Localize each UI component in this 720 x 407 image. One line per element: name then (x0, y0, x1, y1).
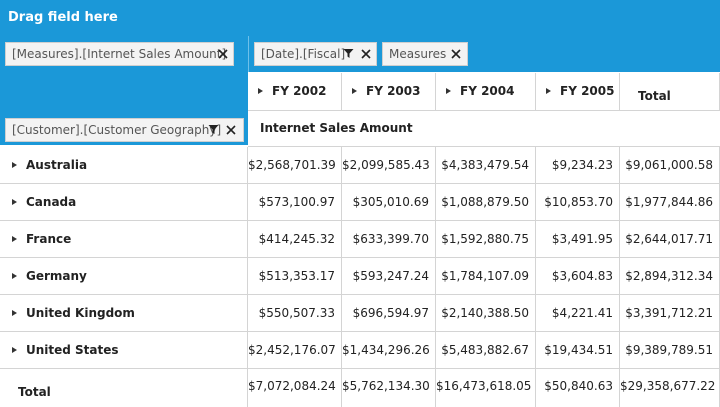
rows-pill-label: [Customer].[Customer Geography] (12, 123, 222, 137)
filter-icon[interactable] (204, 119, 222, 141)
total-cell: $29,358,677.22 (620, 369, 720, 407)
drag-field-label: Drag field here (8, 10, 118, 25)
value-cell: $1,977,844.86 (620, 184, 720, 221)
close-icon[interactable] (357, 43, 375, 65)
total-cell: $7,072,084.24 (248, 369, 342, 407)
expand-triangle-icon[interactable] (258, 88, 263, 94)
measure-label: Internet Sales Amount (260, 121, 413, 135)
expand-triangle-icon[interactable] (12, 162, 17, 168)
value-cell: $10,853.70 (536, 184, 620, 221)
value-cell: $4,383,479.54 (436, 147, 536, 184)
close-icon[interactable] (447, 43, 465, 65)
value-cell: $4,221.41 (536, 295, 620, 332)
value-cell: $2,894,312.34 (620, 258, 720, 295)
value-cell: $593,247.24 (342, 258, 436, 295)
row-header-label: Canada (26, 195, 77, 209)
row-header-france[interactable]: France (0, 221, 248, 258)
value-cell: $573,100.97 (248, 184, 342, 221)
measure-header: Internet Sales Amount (248, 111, 720, 147)
value-cell: $1,088,879.50 (436, 184, 536, 221)
value-cell: $2,099,585.43 (342, 147, 436, 184)
value-cell: $5,483,882.67 (436, 332, 536, 369)
value-cell: $550,507.33 (248, 295, 342, 332)
value-cell: $414,245.32 (248, 221, 342, 258)
column-header-label: FY 2004 (460, 84, 515, 98)
row-header-total: Total (0, 369, 248, 407)
row-header-label: Germany (26, 269, 87, 283)
column-header-label: FY 2002 (272, 84, 327, 98)
columns-drop-area[interactable]: [Date].[Fiscal] Measures (248, 36, 720, 72)
row-header-germany[interactable]: Germany (0, 258, 248, 295)
row-header-label: Australia (26, 158, 88, 172)
columns-pill-date-fiscal[interactable]: [Date].[Fiscal] (254, 42, 377, 66)
value-cell: $696,594.97 (342, 295, 436, 332)
value-cell: $1,784,107.09 (436, 258, 536, 295)
column-header-fy2002[interactable]: FY 2002 (248, 73, 342, 111)
value-cell: $513,353.17 (248, 258, 342, 295)
value-cell: $3,491.95 (536, 221, 620, 258)
value-cell: $3,604.83 (536, 258, 620, 295)
expand-triangle-icon[interactable] (12, 273, 17, 279)
row-header-label: France (26, 232, 72, 246)
total-cell: $5,762,134.30 (342, 369, 436, 407)
value-cell: $2,568,701.39 (248, 147, 342, 184)
expand-triangle-icon[interactable] (546, 88, 551, 94)
values-pill-internet-sales[interactable]: [Measures].[Internet Sales Amount] (5, 42, 234, 66)
row-header-australia[interactable]: Australia (0, 147, 248, 184)
row-header-canada[interactable]: Canada (0, 184, 248, 221)
expand-triangle-icon[interactable] (12, 310, 17, 316)
close-icon[interactable] (222, 119, 240, 141)
value-cell: $2,452,176.07 (248, 332, 342, 369)
column-header-label: FY 2005 (560, 84, 615, 98)
expand-triangle-icon[interactable] (12, 347, 17, 353)
value-cell: $2,140,388.50 (436, 295, 536, 332)
rows-drop-area[interactable]: [Customer].[Customer Geography] (0, 72, 248, 145)
row-header-label: United Kingdom (26, 306, 135, 320)
row-header-label: United States (26, 343, 119, 357)
filter-icon[interactable] (339, 43, 357, 65)
expand-triangle-icon[interactable] (12, 199, 17, 205)
value-cell: $2,644,017.71 (620, 221, 720, 258)
value-cell: $9,389,789.51 (620, 332, 720, 369)
values-pill-label: [Measures].[Internet Sales Amount] (12, 47, 227, 61)
rows-pill-customer-geography[interactable]: [Customer].[Customer Geography] (5, 118, 244, 142)
columns-pill-label: Measures (389, 47, 447, 61)
total-cell: $16,473,618.05 (436, 369, 536, 407)
value-cell: $19,434.51 (536, 332, 620, 369)
columns-pill-measures[interactable]: Measures (382, 42, 468, 66)
total-cell: $50,840.63 (536, 369, 620, 407)
value-cell: $1,592,880.75 (436, 221, 536, 258)
column-header-label: FY 2003 (366, 84, 421, 98)
value-cell: $9,234.23 (536, 147, 620, 184)
expand-triangle-icon[interactable] (352, 88, 357, 94)
filter-drop-area[interactable]: Drag field here (0, 0, 720, 36)
column-header-fy2005[interactable]: FY 2005 (536, 73, 620, 111)
value-cell: $9,061,000.58 (620, 147, 720, 184)
value-cell: $633,399.70 (342, 221, 436, 258)
row-header-united-kingdom[interactable]: United Kingdom (0, 295, 248, 332)
value-cell: $1,434,296.26 (342, 332, 436, 369)
column-header-total: Total (620, 73, 720, 111)
expand-triangle-icon[interactable] (446, 88, 451, 94)
close-icon[interactable] (214, 43, 232, 65)
row-header-united-states[interactable]: United States (0, 332, 248, 369)
expand-triangle-icon[interactable] (12, 236, 17, 242)
value-cell: $305,010.69 (342, 184, 436, 221)
columns-pill-label: [Date].[Fiscal] (261, 47, 346, 61)
column-header-label: Total (638, 89, 671, 103)
column-header-fy2003[interactable]: FY 2003 (342, 73, 436, 111)
values-drop-area[interactable]: [Measures].[Internet Sales Amount] (0, 36, 248, 72)
column-header-fy2004[interactable]: FY 2004 (436, 73, 536, 111)
value-cell: $3,391,712.21 (620, 295, 720, 332)
row-header-label: Total (18, 385, 51, 399)
